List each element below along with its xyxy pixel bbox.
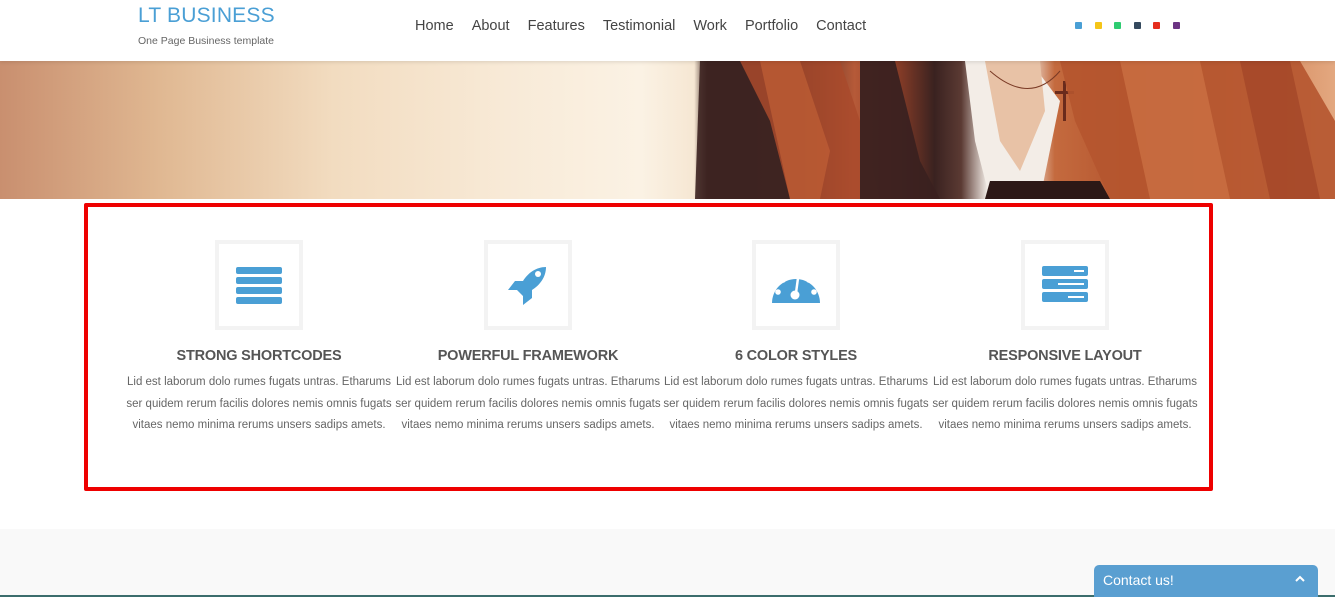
- site-header: LT BUSINESS One Page Business template H…: [0, 0, 1335, 61]
- list-icon: [236, 267, 282, 304]
- color-swatch-6[interactable]: [1172, 22, 1180, 29]
- feature-responsive-layout: RESPONSIVE LAYOUT Lid est laborum dolo r…: [930, 240, 1200, 437]
- nav-work[interactable]: Work: [693, 18, 727, 34]
- feature-title: STRONG SHORTCODES: [176, 348, 342, 364]
- feature-icon-box: [215, 240, 303, 330]
- feature-strong-shortcodes: STRONG SHORTCODES Lid est laborum dolo r…: [124, 240, 394, 437]
- color-swatch-3[interactable]: [1114, 22, 1121, 29]
- feature-description: Lid est laborum dolo rumes fugats untras…: [663, 376, 929, 431]
- rocket-icon: [508, 267, 546, 305]
- logo-title[interactable]: LT BUSINESS: [138, 4, 275, 28]
- feature-icon-box: [1021, 240, 1109, 330]
- feature-description: Lid est laborum dolo rumes fugats untras…: [395, 376, 661, 431]
- nav-home[interactable]: Home: [415, 18, 454, 34]
- feature-6-color-styles: 6 COLOR STYLES Lid est laborum dolo rume…: [661, 240, 931, 437]
- color-swatch-5[interactable]: [1153, 22, 1160, 29]
- nav-features[interactable]: Features: [528, 18, 585, 34]
- color-style-switcher: [1075, 22, 1192, 29]
- hero-illustration: [695, 61, 1335, 199]
- feature-powerful-framework: POWERFUL FRAMEWORK Lid est laborum dolo …: [393, 240, 663, 437]
- feature-description: Lid est laborum dolo rumes fugats untras…: [126, 376, 392, 431]
- feature-title: 6 COLOR STYLES: [734, 348, 858, 364]
- contact-us-widget[interactable]: Contact us!: [1094, 565, 1318, 597]
- nav-about[interactable]: About: [472, 18, 510, 34]
- main-nav: Home About Features Testimonial Work Por…: [415, 18, 884, 34]
- logo-subtitle: One Page Business template: [138, 35, 274, 47]
- nav-contact[interactable]: Contact: [816, 18, 866, 34]
- contact-us-label: Contact us!: [1103, 572, 1174, 588]
- dashboard-gauge-icon: [772, 271, 820, 303]
- color-swatch-1[interactable]: [1075, 22, 1082, 29]
- nav-portfolio[interactable]: Portfolio: [745, 18, 798, 34]
- color-swatch-4[interactable]: [1133, 22, 1141, 29]
- server-icon: [1042, 266, 1088, 302]
- color-swatch-2[interactable]: [1094, 22, 1102, 29]
- nav-testimonial[interactable]: Testimonial: [603, 18, 676, 34]
- feature-description: Lid est laborum dolo rumes fugats untras…: [932, 376, 1198, 431]
- feature-icon-box: [752, 240, 840, 330]
- chevron-up-icon[interactable]: [1294, 573, 1306, 585]
- hero-image: [0, 61, 1335, 199]
- feature-title: POWERFUL FRAMEWORK: [437, 348, 619, 364]
- feature-icon-box: [484, 240, 572, 330]
- feature-title: RESPONSIVE LAYOUT: [988, 348, 1142, 364]
